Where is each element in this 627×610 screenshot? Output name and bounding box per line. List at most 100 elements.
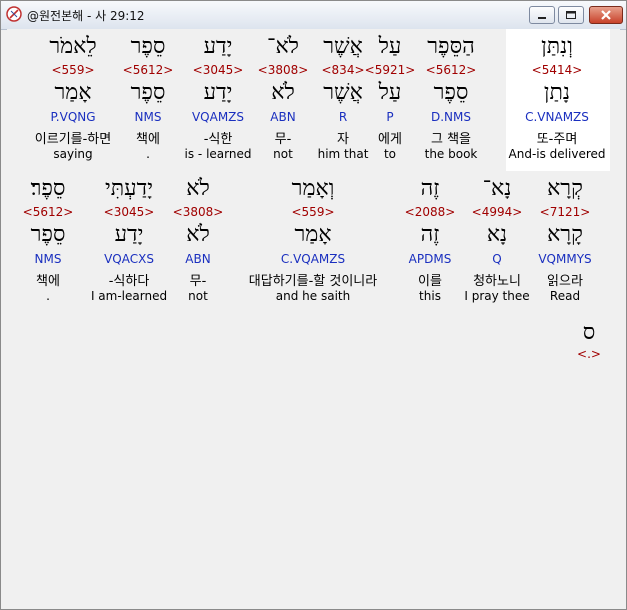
english-gloss: . bbox=[46, 289, 50, 303]
morph-code: C.VNAMZS bbox=[525, 110, 589, 124]
strong-number[interactable]: <4994> bbox=[472, 205, 523, 219]
lemma-word: אֲשֶׁר bbox=[323, 80, 363, 105]
hebrew-word: לֹא bbox=[186, 176, 210, 201]
english-gloss: is - learned bbox=[184, 147, 252, 161]
korean-gloss: 대답하기를-할 것이니라 bbox=[248, 274, 378, 289]
english-gloss: him that bbox=[317, 147, 369, 161]
hebrew-word: הַסֵּפֶר bbox=[427, 34, 475, 59]
morph-code: ABN bbox=[185, 252, 211, 266]
english-gloss: And-is delivered bbox=[508, 147, 606, 161]
english-gloss: this bbox=[419, 289, 441, 303]
korean-gloss: 자 bbox=[337, 132, 349, 147]
korean-gloss: 이르기를-하면 bbox=[34, 132, 112, 147]
morph-code: Q bbox=[492, 252, 502, 266]
lemma-word: סֵפֶר bbox=[130, 80, 166, 105]
strong-number[interactable]: <5921> bbox=[365, 63, 416, 77]
morph-code: P.VQNG bbox=[50, 110, 96, 124]
strong-number[interactable]: <5414> bbox=[532, 63, 583, 77]
strong-number[interactable]: <5612> bbox=[426, 63, 477, 77]
minimize-icon bbox=[538, 17, 546, 19]
morph-code: VQAMZS bbox=[191, 110, 245, 124]
morph-code: NMS bbox=[34, 252, 62, 266]
morph-code: P bbox=[386, 110, 394, 124]
hebrew-word: נָא־ bbox=[482, 176, 512, 201]
morph-code: VQACXS bbox=[104, 252, 154, 266]
hebrew-word: קְרָא bbox=[547, 176, 583, 201]
hebrew-word: וְנִתַּן bbox=[541, 34, 573, 59]
strong-number[interactable]: <3808> bbox=[173, 205, 224, 219]
lemma-word: לֹא bbox=[186, 222, 210, 247]
strong-number[interactable]: <834> bbox=[321, 63, 364, 77]
lemma-word: קָרָא bbox=[547, 222, 583, 247]
english-gloss: not bbox=[273, 147, 293, 161]
english-gloss: . bbox=[146, 147, 150, 161]
lemma-word: יָדַע bbox=[203, 80, 233, 105]
morph-code: VQMMYS bbox=[538, 252, 592, 266]
lemma-word: נָא bbox=[486, 222, 508, 247]
english-gloss: and he saith bbox=[275, 289, 351, 303]
morph-code: R bbox=[338, 110, 348, 124]
morph-code: C.VQAMZS bbox=[280, 252, 346, 266]
korean-gloss: -식하다 bbox=[108, 274, 150, 289]
morph-code: D.NMS bbox=[430, 110, 472, 124]
korean-gloss: 책에 bbox=[36, 274, 60, 289]
lemma-word: אָמַר bbox=[294, 222, 332, 247]
lemma-word: נָתַן bbox=[543, 80, 571, 105]
english-gloss: not bbox=[188, 289, 208, 303]
english-gloss: I am-learned bbox=[90, 289, 168, 303]
lemma-word: סֵפֶר bbox=[30, 222, 66, 247]
korean-gloss: 책에 bbox=[136, 132, 160, 147]
strong-number[interactable]: <3808> bbox=[258, 63, 309, 77]
window-title: @원전본해 - 사 29:12 bbox=[27, 9, 145, 23]
korean-gloss: -식한 bbox=[203, 132, 233, 147]
hebrew-word: לֹא־ bbox=[267, 34, 299, 59]
title-bar[interactable]: @원전본해 - 사 29:12 bbox=[1, 1, 626, 30]
minimize-button[interactable] bbox=[529, 6, 555, 24]
lemma-word: אָמַר bbox=[54, 80, 92, 105]
korean-gloss: 무- bbox=[274, 132, 292, 147]
korean-gloss: 또-주며 bbox=[536, 132, 578, 147]
lemma-word: יָדַע bbox=[114, 222, 144, 247]
hebrew-word: לֵאמֹר bbox=[49, 34, 97, 59]
lemma-word: עַל bbox=[378, 80, 402, 105]
strong-number[interactable]: <5612> bbox=[123, 63, 174, 77]
english-gloss: saying bbox=[53, 147, 93, 161]
maximize-button[interactable] bbox=[558, 6, 584, 24]
strong-number[interactable]: <559> bbox=[51, 63, 94, 77]
strong-number[interactable]: <7121> bbox=[540, 205, 591, 219]
interlinear-view: וְנִתַּן <5414> נָתַן C.VNAMZS 또-주며 And-is de… bbox=[7, 29, 620, 603]
english-gloss: to bbox=[383, 147, 397, 161]
hebrew-word: וְאָמַר bbox=[291, 176, 335, 201]
hebrew-word: אֲשֶׁר bbox=[323, 34, 363, 59]
korean-gloss: 이를 bbox=[418, 274, 442, 289]
hebrew-word: סֵפֶר׃ bbox=[30, 176, 66, 201]
korean-gloss: 읽으라 bbox=[547, 274, 583, 289]
morph-code: ABN bbox=[270, 110, 296, 124]
morph-code: APDMS bbox=[408, 252, 452, 266]
strong-number[interactable]: <3045> bbox=[193, 63, 244, 77]
english-gloss: Read bbox=[549, 289, 581, 303]
close-icon bbox=[601, 10, 611, 20]
lemma-word: לֹא bbox=[271, 80, 295, 105]
hebrew-word: עַל bbox=[378, 34, 402, 59]
strong-number[interactable]: <559> bbox=[291, 205, 334, 219]
app-logo-icon bbox=[6, 6, 22, 22]
korean-gloss: 무- bbox=[189, 274, 207, 289]
korean-gloss: 그 책을 bbox=[430, 132, 472, 147]
strong-number[interactable]: <2088> bbox=[405, 205, 456, 219]
korean-gloss: 에게 bbox=[378, 132, 402, 147]
hebrew-word: סֵפֶר bbox=[130, 34, 166, 59]
hebrew-word: יָדַעְתִּי bbox=[105, 176, 153, 201]
english-gloss: the book bbox=[424, 147, 478, 161]
app-window: @원전본해 - 사 29:12 וְנִתַּן <5414> נָתַן C.VNA… bbox=[0, 0, 627, 610]
strong-number[interactable]: <3045> bbox=[104, 205, 155, 219]
korean-gloss: 청하노니 bbox=[473, 274, 521, 289]
morph-code: NMS bbox=[134, 110, 162, 124]
strong-number[interactable]: <.> bbox=[577, 347, 601, 361]
lemma-word: זֶה bbox=[420, 222, 440, 247]
lemma-word: סֵפֶר bbox=[433, 80, 469, 105]
close-button[interactable] bbox=[589, 6, 623, 24]
hebrew-word: ס bbox=[582, 320, 596, 345]
strong-number[interactable]: <5612> bbox=[23, 205, 74, 219]
hebrew-word: זֶה bbox=[420, 176, 440, 201]
